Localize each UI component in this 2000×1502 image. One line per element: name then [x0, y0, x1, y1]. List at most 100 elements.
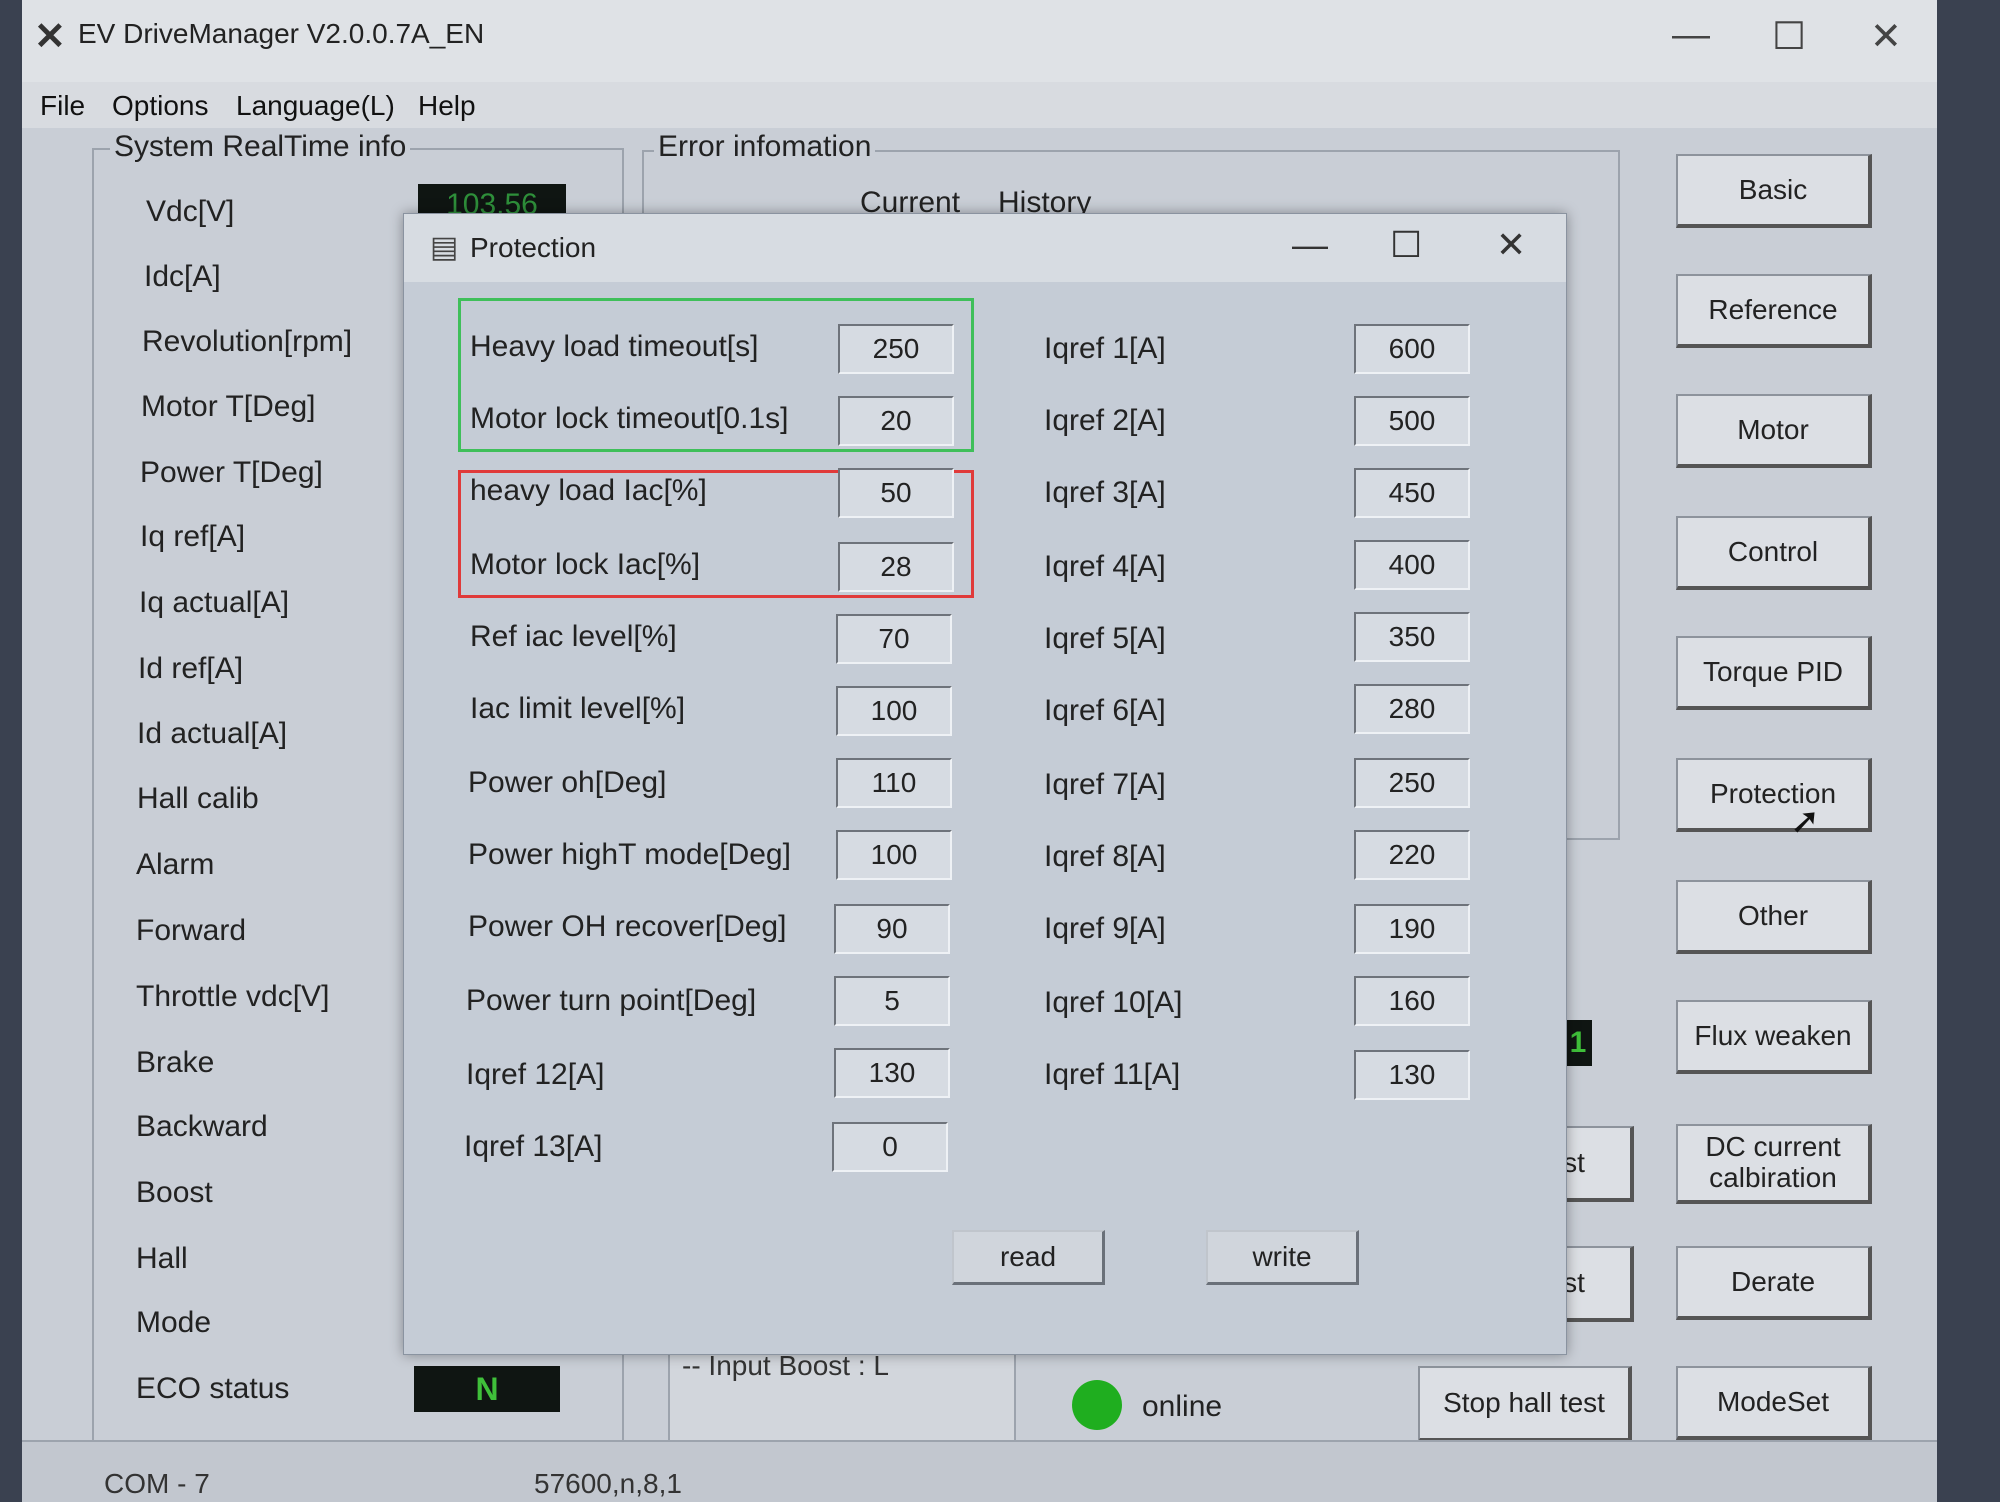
- rt-label-vdc: Vdc[V]: [146, 195, 235, 228]
- param-input-ref-iac-level[interactable]: 70: [836, 614, 952, 664]
- param-input-iqref-9[interactable]: 190: [1354, 904, 1470, 954]
- menu-help[interactable]: Help: [418, 90, 476, 122]
- param-label-ref-iac-level: Ref iac level[%]: [470, 620, 677, 653]
- menu-language[interactable]: Language(L): [236, 90, 395, 122]
- param-label-heavy-load-timeout: Heavy load timeout[s]: [470, 330, 759, 363]
- param-label-iqref-10: Iqref 10[A]: [1044, 986, 1183, 1019]
- realtime-group-title: System RealTime info: [110, 130, 411, 164]
- stop-hall-test-button[interactable]: Stop hall test: [1418, 1366, 1632, 1442]
- param-input-motor-lock-iac[interactable]: 28: [838, 542, 954, 592]
- derate-button[interactable]: Derate: [1676, 1246, 1872, 1320]
- param-label-iqref-11: Iqref 11[A]: [1044, 1058, 1181, 1091]
- dc-current-calibration-button[interactable]: DC current calbiration: [1676, 1124, 1872, 1204]
- protection-dialog: ▤ Protection — ☐ ✕ Heavy load timeout[s]…: [403, 213, 1567, 1355]
- rt-label-brake: Brake: [136, 1046, 215, 1079]
- param-input-motor-lock-timeout[interactable]: 20: [838, 396, 954, 446]
- dialog-maximize-icon[interactable]: ☐: [1390, 224, 1422, 266]
- param-input-iqref-10[interactable]: 160: [1354, 976, 1470, 1026]
- rt-label-eco-status: ECO status: [136, 1372, 290, 1405]
- param-input-iqref-2[interactable]: 500: [1354, 396, 1470, 446]
- param-label-power-oh-recover: Power OH recover[Deg]: [468, 910, 787, 943]
- rt-label-power-t: Power T[Deg]: [140, 456, 323, 489]
- status-port: COM - 7: [104, 1468, 210, 1499]
- error-log-box: -- Input Boost : L: [668, 1350, 1016, 1446]
- param-input-iqref-8[interactable]: 220: [1354, 830, 1470, 880]
- rt-label-throttle: Throttle vdc[V]: [136, 980, 330, 1013]
- dialog-minimize-icon[interactable]: —: [1292, 224, 1328, 266]
- online-status-icon: [1072, 1380, 1122, 1430]
- param-input-power-oh[interactable]: 110: [836, 758, 952, 808]
- status-baud: 57600,n,8,1: [534, 1468, 682, 1499]
- rt-label-iq-actual: Iq actual[A]: [139, 586, 290, 619]
- rt-label-forward: Forward: [136, 914, 247, 947]
- torque-pid-button[interactable]: Torque PID: [1676, 636, 1872, 710]
- param-input-iqref-3[interactable]: 450: [1354, 468, 1470, 518]
- close-icon[interactable]: ✕: [1870, 14, 1902, 59]
- dialog-title: Protection: [470, 232, 597, 263]
- rt-label-revolution: Revolution[rpm]: [142, 325, 353, 358]
- param-label-iqref-6: Iqref 6[A]: [1044, 694, 1166, 727]
- mouse-cursor-icon: ➚: [1790, 800, 1821, 841]
- write-button[interactable]: write: [1206, 1230, 1359, 1285]
- indicator-display: 1: [1564, 1020, 1592, 1066]
- error-group-title: Error infomation: [654, 130, 876, 164]
- rt-label-alarm: Alarm: [136, 848, 215, 881]
- param-input-iqref-1[interactable]: 600: [1354, 324, 1470, 374]
- eco-status-value: N: [414, 1366, 560, 1412]
- modeset-button[interactable]: ModeSet: [1676, 1366, 1872, 1440]
- param-input-power-oh-recover[interactable]: 90: [834, 904, 950, 954]
- flux-weaken-button[interactable]: Flux weaken: [1676, 1000, 1872, 1074]
- rt-label-boost: Boost: [136, 1176, 213, 1209]
- param-input-iqref-13[interactable]: 0: [832, 1122, 948, 1172]
- menu-options[interactable]: Options: [112, 90, 209, 122]
- reference-button[interactable]: Reference: [1676, 274, 1872, 348]
- param-input-iqref-6[interactable]: 280: [1354, 684, 1470, 734]
- param-label-iqref-4: Iqref 4[A]: [1044, 550, 1166, 583]
- read-button[interactable]: read: [952, 1230, 1105, 1285]
- param-input-iac-limit-level[interactable]: 100: [836, 686, 952, 736]
- app-x-icon: ✕: [34, 16, 66, 58]
- motor-button[interactable]: Motor: [1676, 394, 1872, 468]
- rt-label-motor-t: Motor T[Deg]: [141, 390, 316, 423]
- param-input-iqref-5[interactable]: 350: [1354, 612, 1470, 662]
- minimize-icon[interactable]: —: [1672, 14, 1710, 57]
- param-label-motor-lock-iac: Motor lock Iac[%]: [470, 548, 701, 581]
- status-bar: [22, 1440, 1937, 1502]
- rt-label-idc: Idc[A]: [144, 260, 221, 293]
- param-input-iqref-7[interactable]: 250: [1354, 758, 1470, 808]
- control-button[interactable]: Control: [1676, 516, 1872, 590]
- dialog-window-icon: ▤: [430, 231, 459, 264]
- app-title: EV DriveManager V2.0.0.7A_EN: [78, 18, 485, 49]
- param-input-power-hight-mode[interactable]: 100: [836, 830, 952, 880]
- param-label-iqref-3: Iqref 3[A]: [1044, 476, 1166, 509]
- param-label-motor-lock-timeout: Motor lock timeout[0.1s]: [470, 402, 789, 435]
- param-input-power-turn-point[interactable]: 5: [834, 976, 950, 1026]
- rt-label-hall-calib: Hall calib: [137, 782, 259, 815]
- rt-label-id-ref: Id ref[A]: [138, 652, 244, 685]
- param-label-power-oh: Power oh[Deg]: [468, 766, 667, 799]
- dialog-title-bar: ▤ Protection — ☐ ✕: [404, 214, 1566, 282]
- param-label-iqref-2: Iqref 2[A]: [1044, 404, 1166, 437]
- rt-label-backward: Backward: [136, 1110, 268, 1143]
- rt-label-id-actual: Id actual[A]: [137, 717, 288, 750]
- dialog-close-icon[interactable]: ✕: [1496, 224, 1526, 266]
- param-label-iqref-8: Iqref 8[A]: [1044, 840, 1166, 873]
- param-input-iqref-4[interactable]: 400: [1354, 540, 1470, 590]
- online-label: online: [1142, 1390, 1223, 1423]
- maximize-icon[interactable]: ☐: [1772, 14, 1806, 59]
- other-button[interactable]: Other: [1676, 880, 1872, 954]
- menu-file[interactable]: File: [40, 90, 85, 122]
- param-label-power-hight-mode: Power highT mode[Deg]: [468, 838, 791, 871]
- param-label-heavy-load-iac: heavy load Iac[%]: [470, 474, 707, 507]
- param-label-iqref-5: Iqref 5[A]: [1044, 622, 1166, 655]
- basic-button[interactable]: Basic: [1676, 154, 1872, 228]
- protection-button[interactable]: Protection: [1676, 758, 1872, 832]
- param-input-iqref-11[interactable]: 130: [1354, 1050, 1470, 1100]
- param-input-heavy-load-timeout[interactable]: 250: [838, 324, 954, 374]
- rt-label-iq-ref: Iq ref[A]: [140, 520, 246, 553]
- param-input-heavy-load-iac[interactable]: 50: [838, 468, 954, 518]
- rt-label-hall: Hall: [136, 1242, 188, 1275]
- param-input-iqref-12[interactable]: 130: [834, 1048, 950, 1098]
- param-label-iqref-7: Iqref 7[A]: [1044, 768, 1166, 801]
- param-label-iqref-13: Iqref 13[A]: [464, 1130, 603, 1163]
